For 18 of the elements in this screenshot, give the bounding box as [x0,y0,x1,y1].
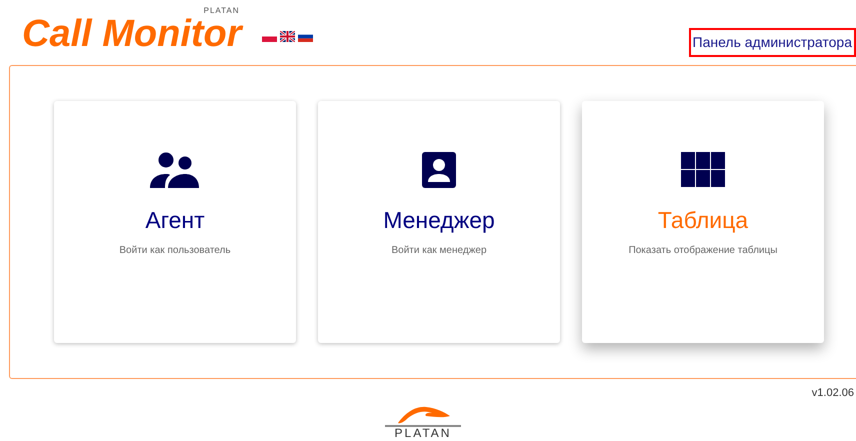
role-card[interactable]: Менеджер Войти как менеджер [318,101,560,343]
role-card[interactable]: Агент Войти как пользователь [54,101,296,343]
card-subtitle: Войти как менеджер [391,244,487,258]
people-icon [150,152,200,188]
version-label: v1.02.06 [812,386,854,401]
grid-icon [681,152,725,187]
admin-panel-link[interactable]: Панель администратора [688,28,856,57]
card-subtitle: Войти как пользователь [119,244,231,258]
card-subtitle: Показать отображение таблицы [628,244,778,258]
uk-flag-icon[interactable] [280,31,295,42]
brand-label: PLATAN [204,6,240,15]
app-logo: Call Monitor [22,16,242,52]
role-card[interactable]: Таблица Показать отображение таблицы [582,101,824,343]
card-title: Агент [145,206,205,234]
card-title: Таблица [658,206,748,234]
person-icon [422,152,456,188]
brand-label: PLATAN [394,426,452,438]
card-title: Менеджер [383,206,495,234]
